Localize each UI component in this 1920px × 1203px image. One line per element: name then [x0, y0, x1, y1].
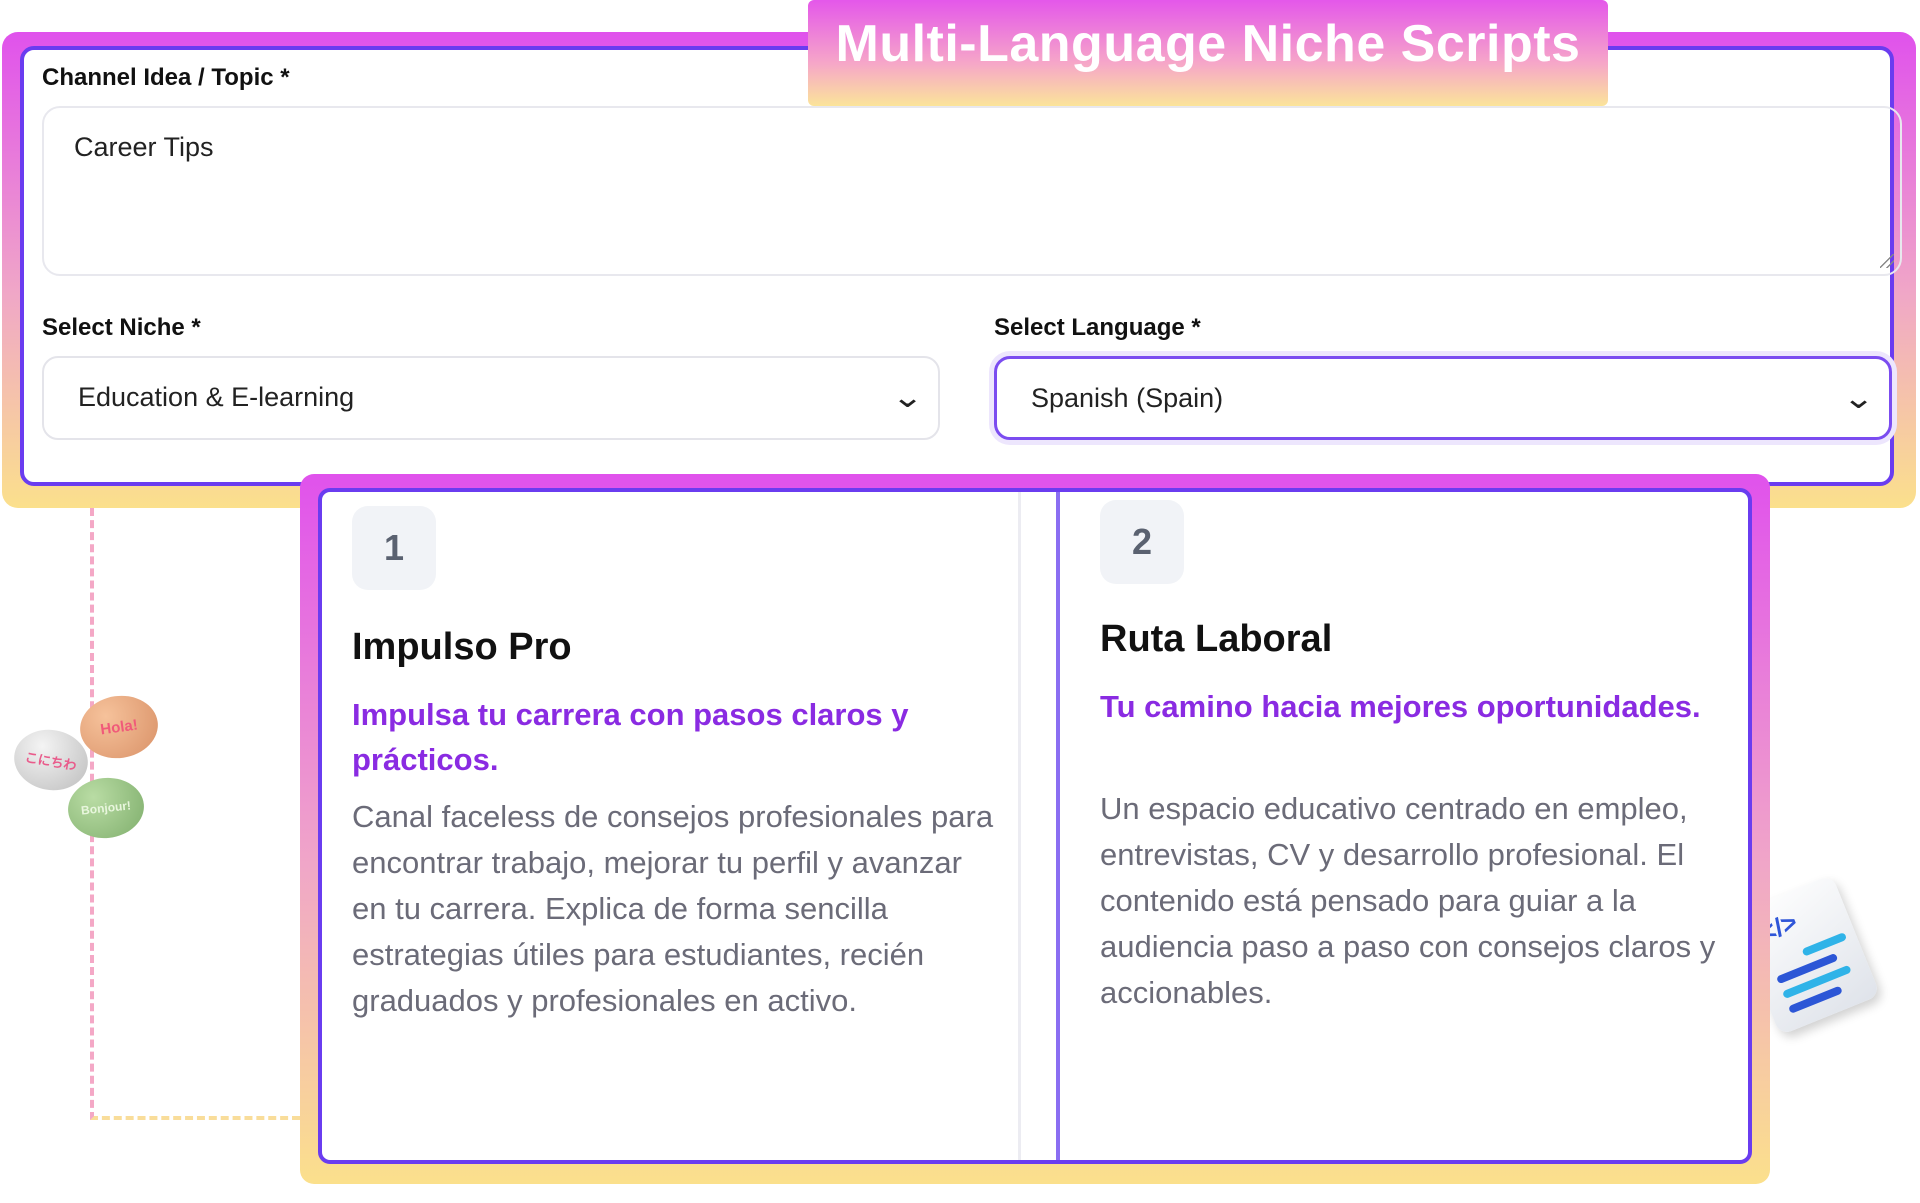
niche-label: Select Niche *: [42, 314, 201, 341]
doc-line: [1801, 932, 1848, 957]
page-title: Multi-Language Niche Scripts: [835, 15, 1581, 73]
card-title: Ruta Laboral: [1100, 618, 1333, 660]
card-number-badge: 2: [1100, 500, 1184, 584]
card-description: Canal faceless de consejos profesionales…: [352, 799, 994, 1018]
niche-select[interactable]: Education & E-learning ⌄: [42, 356, 940, 440]
card-number-badge: 1: [352, 506, 436, 590]
card-tagline: Tu camino hacia mejores oportunidades.: [1100, 689, 1701, 724]
language-select[interactable]: Spanish (Spain) ⌄: [994, 356, 1892, 440]
language-label: Select Language *: [994, 314, 1201, 341]
results-panel: 1 Impulso Pro Impulsa tu carrera con pas…: [300, 474, 1770, 1184]
card-description: Un espacio educativo centrado en empleo,…: [1100, 791, 1716, 1010]
result-card-1[interactable]: 1 Impulso Pro Impulsa tu carrera con pas…: [322, 492, 1021, 1160]
topic-label: Channel Idea / Topic *: [42, 64, 290, 91]
topic-input[interactable]: Career Tips: [42, 106, 1902, 276]
chevron-down-icon: ⌄: [891, 381, 924, 414]
niche-select-value: Education & E-learning: [78, 382, 355, 412]
title-banner: Multi-Language Niche Scripts: [808, 0, 1608, 106]
language-select-value: Spanish (Spain): [1031, 383, 1224, 413]
chevron-down-icon: ⌄: [1842, 382, 1875, 415]
card-title: Impulso Pro: [352, 626, 572, 668]
result-card-2[interactable]: 2 Ruta Laboral Tu camino hacia mejores o…: [1056, 492, 1748, 1160]
resize-handle-icon[interactable]: [1880, 254, 1894, 268]
form-card: Channel Idea / Topic * Career Tips Selec…: [20, 46, 1902, 486]
results-card-container: 1 Impulso Pro Impulsa tu carrera con pas…: [318, 488, 1752, 1164]
card-tagline: Impulsa tu carrera con pasos claros y pr…: [352, 697, 909, 777]
topic-input-value: Career Tips: [74, 132, 214, 162]
